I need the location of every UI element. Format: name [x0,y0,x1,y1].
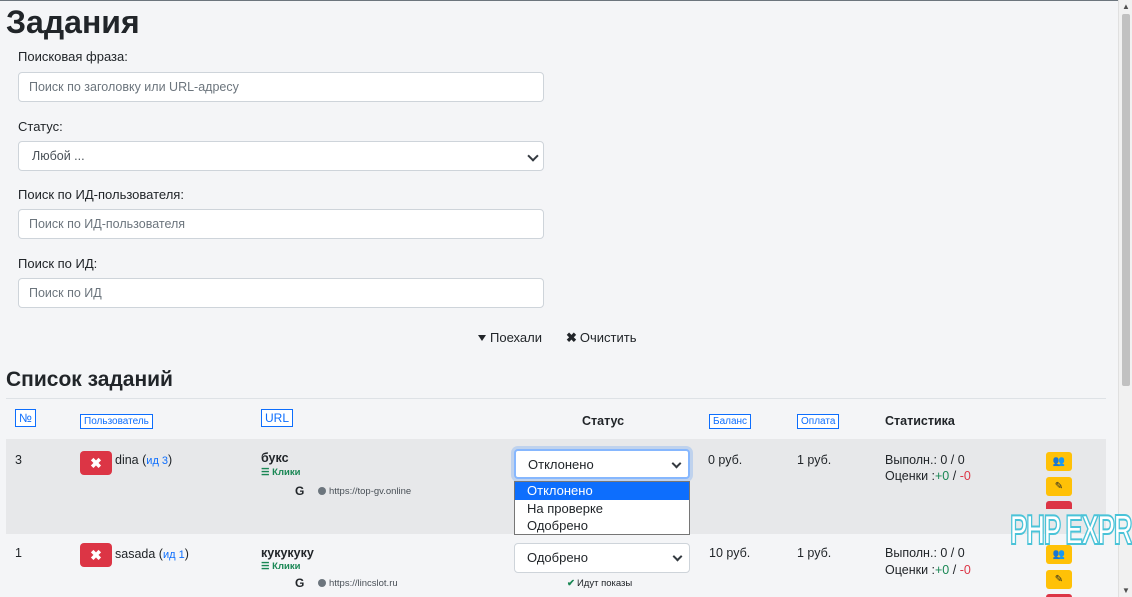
task-status-value: Одобрено [527,550,588,565]
header-user[interactable]: Пользователь [80,414,153,429]
edit-button[interactable]: ✎ [1046,477,1072,496]
row-num: 1 [15,546,22,560]
task-url-text: https://lincslot.ru [329,578,398,589]
row-ratings: Оценки :+0 / -0 [885,563,971,577]
task-url-text: https://top-gv.online [329,486,412,497]
header-stats: Статистика [885,414,955,428]
status-filter-value: Любой ... [32,149,85,163]
list-icon: ☰ [261,467,273,478]
id-input[interactable] [18,278,544,308]
scrollbar-thumb[interactable] [1122,14,1130,386]
id-label: Поиск по ИД: [18,256,98,271]
ratings-label: Оценки : [885,469,935,483]
ratings-sep: / [949,469,960,483]
close-icon: ✖ [566,330,577,345]
ratings-sep: / [949,563,960,577]
watermark-logo: PHP EXPRESS [1009,505,1132,554]
row-balance: 0 руб. [708,453,743,467]
ratings-minus: -0 [959,563,971,577]
status-option-review[interactable]: На проверке [515,500,689,518]
edit-button[interactable]: ✎ [1046,570,1072,589]
users-icon: 👥 [1052,456,1066,467]
search-label: Поисковая фраза: [18,49,128,64]
divider [6,398,1106,399]
task-type-label: Клики [272,561,301,572]
row-user: sasada (ид 1) [115,547,189,561]
row-balance: 10 руб. [709,546,751,560]
close-icon: ✖ [90,455,102,471]
task-type-label: Клики [272,467,301,478]
ratings-minus: -0 [959,469,971,483]
ratings-plus: +0 [935,563,950,577]
filter-icon [478,335,486,341]
task-url[interactable]: https://top-gv.online [318,486,411,497]
user-id-link[interactable]: ид 1 [163,549,185,561]
user-id-label: Поиск по ИД-пользователя: [18,187,184,202]
status-note: ✔ Идут показы [567,578,632,589]
chevron-down-icon [672,551,683,562]
task-url[interactable]: https://lincslot.ru [318,578,398,589]
clear-button[interactable]: ✖ Очистить [566,330,637,346]
row-user: dina (ид 3) [115,453,172,467]
delete-button[interactable]: ✖ [80,451,112,475]
header-status: Статус [582,414,625,428]
status-dropdown-list[interactable]: Отклонено На проверке Одобрено [514,481,690,535]
status-note-text: Идут показы [576,578,633,589]
user-id-link[interactable]: ид 3 [146,455,168,467]
status-filter-select[interactable]: Любой ... [18,141,544,171]
task-status-select[interactable]: Одобрено [514,543,690,573]
status-option-rejected[interactable]: Отклонено [515,482,689,500]
users-button[interactable]: 👥 [1046,452,1072,471]
status-filter-label: Статус: [18,119,63,134]
scroll-up-icon[interactable]: ▲ [1122,2,1130,11]
globe-icon [318,579,326,587]
search-input[interactable] [18,72,544,102]
header-balance[interactable]: Баланс [709,414,752,429]
header-url[interactable]: URL [261,409,294,427]
row-payment: 1 руб. [797,453,832,467]
row-done: Выполн.: 0 / 0 [885,453,965,467]
task-title: букс [261,451,289,465]
chevron-down-icon [671,458,682,469]
google-icon: G [295,484,305,498]
header-payment[interactable]: Оплата [797,414,840,429]
close-icon: ✖ [90,547,102,563]
list-title: Список заданий [6,368,173,391]
pencil-icon: ✎ [1054,481,1064,492]
submit-button[interactable]: Поехали [478,330,542,345]
user-name: dina [115,453,139,467]
scroll-down-icon[interactable]: ▼ [1122,586,1130,595]
chevron-down-icon [527,150,539,162]
row-payment: 1 руб. [797,546,832,560]
row-ratings: Оценки :+0 / -0 [885,469,971,483]
submit-label: Поехали [490,330,542,345]
uid-close: ) [168,453,173,467]
user-name: sasada [115,547,156,561]
check-icon: ✔ [567,578,575,589]
user-id-input[interactable] [18,209,544,239]
page-title: Задания [6,4,140,40]
uid-close: ) [184,547,189,561]
status-option-approved[interactable]: Одобрено [515,517,689,535]
delete-button[interactable]: ✖ [80,543,112,567]
row-num: 3 [15,453,22,467]
header-num[interactable]: № [15,409,36,427]
task-title: кукукуку [261,546,314,560]
ratings-label: Оценки : [885,563,935,577]
task-status-value: Отклонено [528,457,594,472]
globe-icon [318,487,326,495]
row-done: Выполн.: 0 / 0 [885,546,965,560]
task-type: ☰ Клики [261,561,300,572]
pencil-icon: ✎ [1054,574,1064,585]
google-icon: G [295,576,305,590]
task-type: ☰ Клики [261,467,300,478]
task-status-select[interactable]: Отклонено [514,449,690,479]
top-border [0,0,1118,1]
list-icon: ☰ [261,561,273,572]
ratings-plus: +0 [935,469,950,483]
clear-label: Очистить [579,330,637,345]
